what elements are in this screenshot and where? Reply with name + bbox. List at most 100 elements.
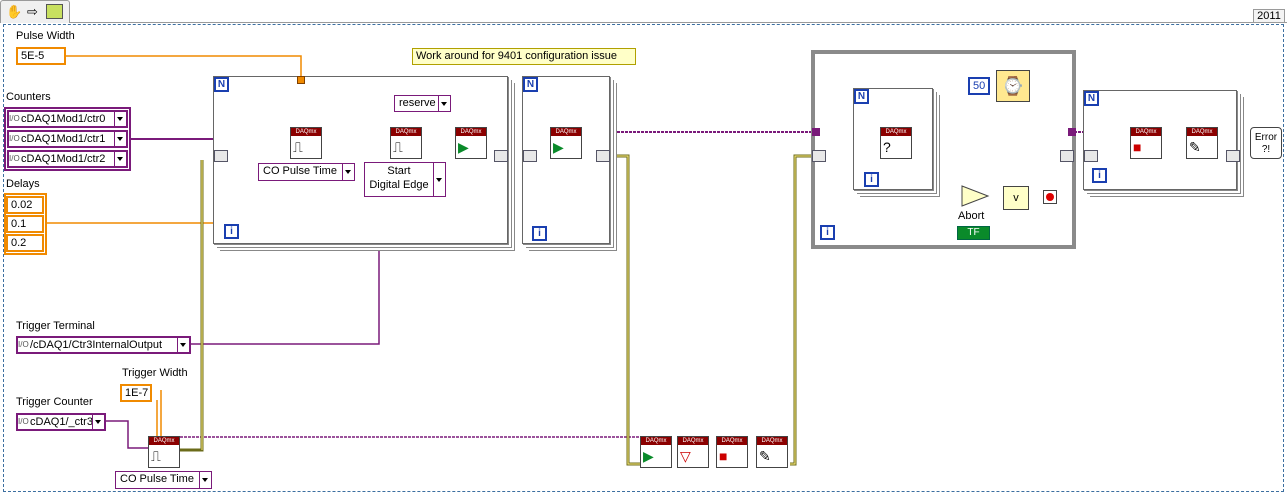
delay-value-1[interactable]: 0.1 bbox=[6, 215, 44, 233]
co-pulse-time-selector-trigger[interactable]: CO Pulse Time bbox=[115, 471, 212, 489]
delays-label: Delays bbox=[6, 178, 40, 190]
clear-icon: ✎ bbox=[759, 448, 771, 464]
chevron-down-icon[interactable] bbox=[438, 96, 450, 111]
daqmx-create-trigger-channel-vi[interactable]: DAQmx ⎍ bbox=[148, 436, 180, 468]
error-handler-icon[interactable]: Error ?! bbox=[1250, 127, 1282, 159]
counter-channel-1[interactable]: I/OcDAQ1Mod1/ctr1 bbox=[7, 130, 128, 148]
stop-icon bbox=[1046, 193, 1054, 201]
trigger-terminal-value: /cDAQ1/Ctr3InternalOutput bbox=[30, 339, 163, 351]
tunnel bbox=[1068, 128, 1076, 136]
or-function[interactable]: v bbox=[1003, 186, 1029, 210]
chevron-down-icon[interactable] bbox=[177, 338, 189, 352]
trigger-counter-value: cDAQ1/_ctr3 bbox=[30, 416, 93, 428]
stop-condition-terminal[interactable] bbox=[1043, 190, 1057, 204]
while-iteration-terminal: i bbox=[820, 225, 835, 240]
chevron-down-icon[interactable] bbox=[92, 415, 104, 429]
chevron-down-icon[interactable] bbox=[114, 112, 126, 126]
daqmx-clear-task-vi[interactable]: DAQmx ✎ bbox=[1186, 127, 1218, 159]
shift-register-right bbox=[494, 150, 508, 162]
counters-label: Counters bbox=[6, 91, 51, 103]
trigger-counter-label: Trigger Counter bbox=[16, 396, 93, 408]
daqmx-wait-until-done-vi[interactable]: DAQmx ▽ bbox=[677, 436, 709, 468]
boolean-constant[interactable]: TF bbox=[957, 226, 990, 240]
reserve-selector[interactable]: reserve bbox=[394, 95, 451, 112]
daqmx-stop-trigger-vi[interactable]: DAQmx ■ bbox=[716, 436, 748, 468]
counter-channel-2[interactable]: I/OcDAQ1Mod1/ctr2 bbox=[7, 150, 128, 168]
counter-channel-0-value: cDAQ1Mod1/ctr0 bbox=[21, 113, 106, 125]
pulse-width-label: Pulse Width bbox=[16, 30, 75, 42]
pulse-width-control[interactable]: 5E-5 bbox=[16, 47, 66, 65]
shift-register-right bbox=[1060, 150, 1074, 162]
for-loop-1[interactable] bbox=[213, 76, 508, 244]
trigger-width-label: Trigger Width bbox=[122, 367, 188, 379]
equal-function-icon[interactable] bbox=[960, 184, 990, 208]
co-pulse-time-text: CO Pulse Time bbox=[263, 165, 337, 177]
wait-ms-constant[interactable]: 50 bbox=[968, 77, 990, 95]
loop-count-terminal: N bbox=[854, 89, 869, 104]
trigger-width-control[interactable]: 1E-7 bbox=[120, 384, 152, 402]
vi-header: DAQmx bbox=[391, 128, 421, 136]
vi-header: DAQmx bbox=[291, 128, 321, 136]
counter-channel-1-value: cDAQ1Mod1/ctr1 bbox=[21, 133, 106, 145]
shift-register-right bbox=[1226, 150, 1240, 162]
wait-icon: ▽ bbox=[680, 448, 691, 464]
question-icon: ? bbox=[883, 139, 891, 155]
chevron-down-icon[interactable] bbox=[342, 164, 354, 180]
loop-count-terminal: N bbox=[1084, 91, 1099, 106]
start-icon: ▶ bbox=[553, 139, 564, 155]
vi-header: DAQmx bbox=[1187, 128, 1217, 136]
chevron-down-icon[interactable] bbox=[433, 163, 445, 196]
vi-header: DAQmx bbox=[149, 437, 179, 445]
abort-label: Abort bbox=[958, 210, 985, 222]
counter-channel-2-value: cDAQ1Mod1/ctr2 bbox=[21, 153, 106, 165]
vi-header: DAQmx bbox=[456, 128, 486, 136]
loop-iteration-terminal: i bbox=[224, 224, 239, 239]
wires bbox=[46, 55, 1230, 466]
daqmx-trigger-vi[interactable]: DAQmx ⎍ bbox=[390, 127, 422, 159]
shift-register-left bbox=[1084, 150, 1098, 162]
stop-icon: ■ bbox=[719, 448, 728, 464]
daqmx-stop-task-vi[interactable]: DAQmx ■ bbox=[1130, 127, 1162, 159]
daqmx-control-task-vi[interactable]: DAQmx ▶ bbox=[455, 127, 487, 159]
trigger-counter-control[interactable]: I/OcDAQ1/_ctr3 bbox=[16, 413, 106, 431]
daqmx-start-task-vi[interactable]: DAQmx ▶ bbox=[550, 127, 582, 159]
trigger-type-line2: Digital Edge bbox=[369, 179, 429, 191]
chevron-down-icon[interactable] bbox=[114, 132, 126, 146]
daqmx-clear-trigger-vi[interactable]: DAQmx ✎ bbox=[756, 436, 788, 468]
loop-iteration-terminal: i bbox=[1092, 168, 1107, 183]
vi-header: DAQmx bbox=[641, 437, 671, 445]
tunnel bbox=[812, 128, 820, 136]
stop-icon: ■ bbox=[1133, 139, 1142, 155]
vi-header: DAQmx bbox=[551, 128, 581, 136]
loop-count-terminal: N bbox=[214, 77, 229, 92]
chevron-down-icon[interactable] bbox=[199, 472, 211, 488]
daqmx-create-co-channel-vi[interactable]: DAQmx ⎍ bbox=[290, 127, 322, 159]
co-pulse-time-selector[interactable]: CO Pulse Time bbox=[258, 163, 355, 181]
shift-register-right bbox=[596, 150, 610, 162]
delay-value-0[interactable]: 0.02 bbox=[6, 196, 44, 214]
wait-timer-icon[interactable]: ⌚ bbox=[996, 70, 1030, 102]
while-loop[interactable] bbox=[811, 50, 1076, 249]
vi-header: DAQmx bbox=[717, 437, 747, 445]
vi-header: DAQmx bbox=[757, 437, 787, 445]
daqmx-start-trigger-vi[interactable]: DAQmx ▶ bbox=[640, 436, 672, 468]
daqmx-is-task-done-vi[interactable]: DAQmx? bbox=[880, 127, 912, 159]
loop-iteration-terminal: i bbox=[532, 226, 547, 241]
vi-header: DAQmx bbox=[1131, 128, 1161, 136]
trigger-terminal-control[interactable]: I/O/cDAQ1/Ctr3InternalOutput bbox=[16, 336, 191, 354]
shift-register-left bbox=[523, 150, 537, 162]
vi-header: DAQmx bbox=[678, 437, 708, 445]
start-icon: ▶ bbox=[458, 139, 469, 155]
digital-edge-icon: ⎍ bbox=[393, 139, 403, 155]
co-pulse-time-text: CO Pulse Time bbox=[120, 473, 194, 485]
chevron-down-icon[interactable] bbox=[114, 152, 126, 166]
counter-channel-0[interactable]: I/OcDAQ1Mod1/ctr0 bbox=[7, 110, 128, 128]
delay-value-2[interactable]: 0.2 bbox=[6, 234, 44, 252]
trigger-type-selector[interactable]: Start Digital Edge bbox=[364, 162, 446, 197]
pulse-icon: ⎍ bbox=[151, 448, 161, 464]
comment-note: Work around for 9401 configuration issue bbox=[412, 48, 636, 65]
trigger-terminal-label: Trigger Terminal bbox=[16, 320, 95, 332]
start-icon: ▶ bbox=[643, 448, 654, 464]
shift-register-left bbox=[812, 150, 826, 162]
trigger-type-line1: Start bbox=[387, 165, 411, 177]
